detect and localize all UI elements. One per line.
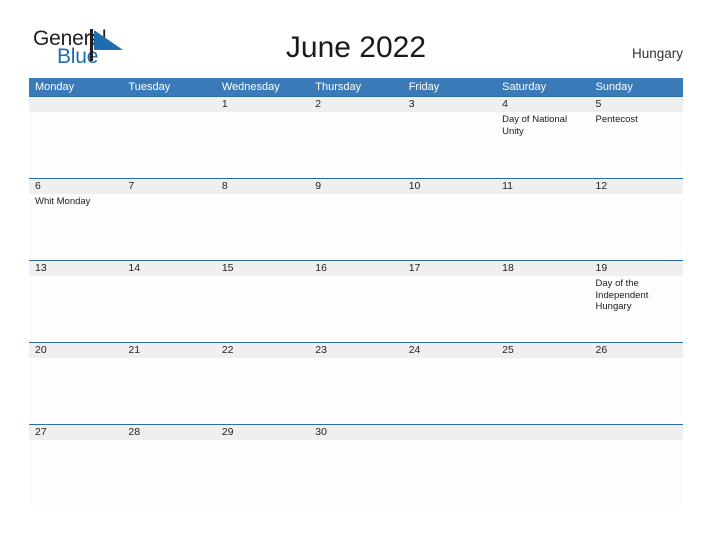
day-number[interactable]: [122, 97, 215, 112]
weekday-header-monday: Monday: [35, 81, 75, 93]
weekday-header-sunday: Sunday: [595, 81, 633, 93]
day-event: Day of National Unity: [502, 114, 568, 137]
day-number[interactable]: [29, 97, 122, 112]
day-number[interactable]: 7: [122, 179, 215, 194]
day-event: [29, 358, 122, 424]
day-event: [590, 194, 683, 260]
week-daynumber-band: 20 21 22 23 24 25 26: [29, 343, 683, 358]
day-event: [403, 276, 496, 342]
day-event: [496, 276, 589, 342]
day-event: [122, 194, 215, 260]
calendar-week-row: 27 28 29 30: [29, 424, 683, 506]
day-number[interactable]: 30: [309, 425, 402, 440]
day-event: [309, 112, 402, 178]
day-event: [309, 440, 402, 506]
day-number[interactable]: 29: [216, 425, 309, 440]
day-number[interactable]: [590, 425, 683, 440]
day-event: [309, 358, 402, 424]
day-number[interactable]: 25: [496, 343, 589, 358]
day-number[interactable]: 22: [216, 343, 309, 358]
week-daynumber-band: 13 14 15 16 17 18 19: [29, 261, 683, 276]
day-number[interactable]: 13: [29, 261, 122, 276]
week-daynumber-band: 6 7 8 9 10 11 12: [29, 179, 683, 194]
day-number[interactable]: 10: [403, 179, 496, 194]
week-event-band: [29, 440, 683, 506]
week-event-band: Whit Monday: [29, 194, 683, 260]
day-number[interactable]: 21: [122, 343, 215, 358]
day-number[interactable]: 9: [309, 179, 402, 194]
week-daynumber-band: 27 28 29 30: [29, 425, 683, 440]
day-number[interactable]: [496, 425, 589, 440]
day-event: [496, 194, 589, 260]
day-number[interactable]: 20: [29, 343, 122, 358]
week-event-band: Day of the Independent Hungary: [29, 276, 683, 342]
week-daynumber-band: 1 2 3 4 5: [29, 97, 683, 112]
day-event: [403, 440, 496, 506]
day-event: [29, 112, 122, 178]
day-event: [590, 440, 683, 506]
day-number[interactable]: 14: [122, 261, 215, 276]
day-event: [122, 276, 215, 342]
day-number[interactable]: 26: [590, 343, 683, 358]
day-event: [216, 276, 309, 342]
day-number[interactable]: 12: [590, 179, 683, 194]
calendar-weekday-header: Monday Tuesday Wednesday Thursday Friday…: [29, 78, 683, 96]
day-number[interactable]: 18: [496, 261, 589, 276]
calendar-grid: Monday Tuesday Wednesday Thursday Friday…: [29, 78, 683, 506]
day-number[interactable]: 1: [216, 97, 309, 112]
day-event: Pentecost: [595, 114, 638, 125]
day-number[interactable]: 27: [29, 425, 122, 440]
day-number[interactable]: 16: [309, 261, 402, 276]
day-event: [216, 358, 309, 424]
day-event: [309, 194, 402, 260]
day-event: [403, 112, 496, 178]
page-header: General Blue June 2022 Hungary: [0, 0, 712, 76]
day-event: [216, 112, 309, 178]
day-number[interactable]: 8: [216, 179, 309, 194]
day-number[interactable]: 17: [403, 261, 496, 276]
day-event: [403, 358, 496, 424]
day-number[interactable]: [403, 425, 496, 440]
day-event: [496, 440, 589, 506]
calendar-week-row: 6 7 8 9 10 11 12 Whit Monday: [29, 178, 683, 260]
week-event-band: Day of National Unity Pentecost: [29, 112, 683, 178]
day-number[interactable]: 23: [309, 343, 402, 358]
day-number[interactable]: 24: [403, 343, 496, 358]
weekday-header-wednesday: Wednesday: [221, 81, 280, 93]
day-event: [122, 358, 215, 424]
day-event: [496, 358, 589, 424]
weekday-header-tuesday: Tuesday: [128, 81, 171, 93]
calendar-week-row: 20 21 22 23 24 25 26: [29, 342, 683, 424]
day-event: [590, 358, 683, 424]
day-number[interactable]: 5: [590, 97, 683, 112]
day-number[interactable]: 19: [590, 261, 683, 276]
day-number[interactable]: 6: [29, 179, 122, 194]
day-number[interactable]: 2: [309, 97, 402, 112]
day-number[interactable]: 11: [496, 179, 589, 194]
day-event: [29, 440, 122, 506]
week-event-band: [29, 358, 683, 424]
day-event: [403, 194, 496, 260]
day-number[interactable]: 28: [122, 425, 215, 440]
day-event: Day of the Independent Hungary: [595, 278, 649, 312]
day-event: [309, 276, 402, 342]
weekday-header-thursday: Thursday: [315, 81, 362, 93]
weekday-header-saturday: Saturday: [502, 81, 547, 93]
day-event: [122, 440, 215, 506]
day-event: Whit Monday: [35, 196, 91, 207]
page-title: June 2022: [285, 31, 427, 64]
day-event: [216, 194, 309, 260]
calendar-week-row: 13 14 15 16 17 18 19 Day of the Independ…: [29, 260, 683, 342]
country-label: Hungary: [631, 46, 683, 61]
day-event: [216, 440, 309, 506]
day-number[interactable]: 15: [216, 261, 309, 276]
calendar-page: General Blue June 2022 Hungary Monday Tu…: [0, 0, 712, 550]
day-event: [29, 276, 122, 342]
calendar-week-row: 1 2 3 4 5 Day of National Unity Pentecos…: [29, 96, 683, 178]
day-number[interactable]: 3: [403, 97, 496, 112]
weekday-header-friday: Friday: [408, 81, 440, 93]
day-event: [122, 112, 215, 178]
day-number[interactable]: 4: [496, 97, 589, 112]
